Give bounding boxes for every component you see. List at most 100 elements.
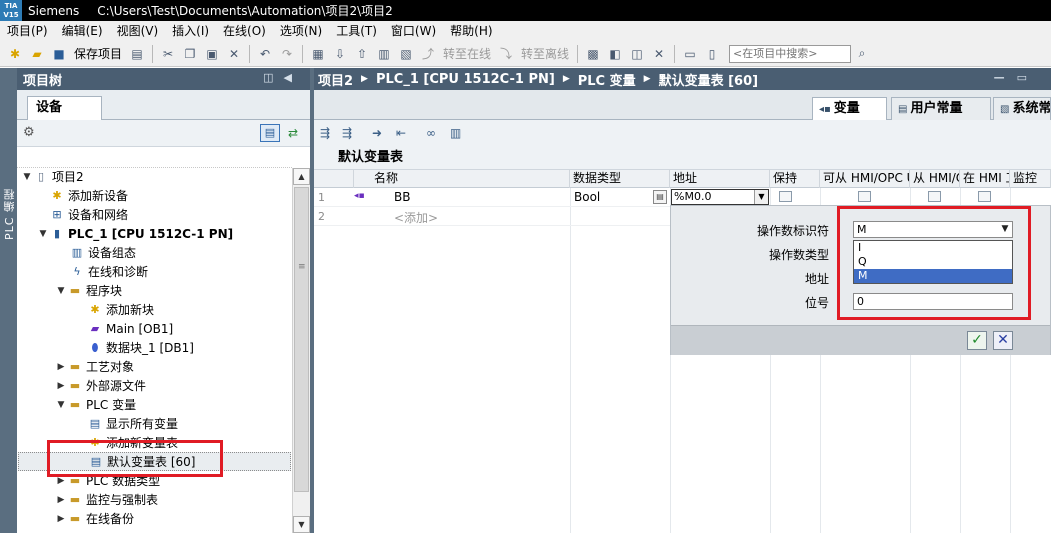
tree-item-add-block[interactable]: ✱ 添加新块 (87, 300, 154, 319)
editor-window-controls[interactable]: —▭ (994, 71, 1039, 84)
column-header-retain[interactable]: 保持 (770, 170, 820, 188)
column-header-address[interactable]: 地址 (670, 170, 770, 188)
cross-reference-icon[interactable]: ◧ (606, 45, 624, 63)
column-header-monitor[interactable]: 监控 (1010, 170, 1051, 188)
copy-icon[interactable]: ❐ (181, 45, 199, 63)
add-tag-cell[interactable]: <添加> (394, 209, 438, 226)
paste-icon[interactable]: ▣ (203, 45, 221, 63)
go-offline-button[interactable]: 转至离线 (521, 45, 569, 62)
delete-icon[interactable]: ✕ (225, 45, 243, 63)
breadcrumb-plc[interactable]: PLC_1 [CPU 1512C-1 PN] (376, 72, 555, 87)
upload-icon[interactable]: ⇧ (353, 45, 371, 63)
hmi-accessible-checkbox[interactable] (858, 191, 871, 202)
tree-scrollbar[interactable]: ▲ ≡ ▼ (292, 168, 310, 533)
print-icon[interactable]: ▤ (128, 45, 146, 63)
import-icon[interactable]: ⇤ (396, 126, 406, 140)
tab-system-constants[interactable]: ▧系统常量 (993, 97, 1051, 120)
expand-arrow-icon[interactable]: ▶ (55, 495, 67, 505)
tab-devices[interactable]: 设备 (27, 96, 102, 120)
tree-item-online-diagnostics[interactable]: ϟ 在线和诊断 (69, 262, 148, 281)
breadcrumb-project[interactable]: 项目2 (318, 70, 353, 89)
tree-item-program-blocks[interactable]: ▼ ▬ 程序块 (55, 281, 122, 300)
split-horizontal-icon[interactable]: ▭ (681, 45, 699, 63)
scroll-up-icon[interactable]: ▲ (293, 168, 310, 185)
menu-tools[interactable]: 工具(T) (329, 21, 384, 41)
scroll-thumb[interactable]: ≡ (294, 187, 309, 492)
new-project-icon[interactable]: ✱ (6, 45, 24, 63)
tree-item-data-block[interactable]: ⬮ 数据块_1 [DB1] (87, 338, 194, 357)
search-input[interactable] (729, 44, 852, 63)
menu-options[interactable]: 选项(N) (273, 21, 329, 41)
address-input[interactable]: %M0.0 ▼ (671, 189, 769, 205)
address-picker-icon[interactable]: ▤ (653, 190, 667, 204)
tree-item-device-config[interactable]: ▥ 设备组态 (69, 243, 136, 262)
split-icon[interactable]: ◫ (628, 45, 646, 63)
column-header-hmi-writable[interactable]: 从 HMI/OPC UA 可写 (910, 170, 960, 188)
tree-item-watch-force-tables[interactable]: ▶ ▬ 监控与强制表 (55, 490, 158, 509)
tree-item-devices-networks[interactable]: ⊞ 设备和网络 (49, 205, 128, 224)
tree-settings-icon[interactable]: ⚙ (23, 125, 35, 140)
tree-view-icon[interactable]: ▤ (260, 124, 280, 142)
expand-arrow-icon[interactable]: ▶ (55, 514, 67, 524)
collapse-arrow-icon[interactable]: ▼ (55, 286, 67, 296)
column-header-hmi-accessible[interactable]: 可从 HMI/OPC UA 访问 (820, 170, 910, 188)
scroll-down-icon[interactable]: ▼ (293, 516, 310, 533)
menu-project[interactable]: 项目(P) (0, 21, 55, 41)
confirm-check-icon[interactable]: ✓ (967, 331, 987, 350)
hmi-writable-checkbox[interactable] (928, 191, 941, 202)
tab-variables[interactable]: ◂▪ 变量 (812, 97, 887, 121)
cancel-x-icon[interactable]: ✕ (993, 331, 1013, 350)
portal-view-strip[interactable]: PLC 编程 (0, 68, 17, 533)
redo-icon[interactable]: ↷ (278, 45, 296, 63)
tab-user-constants[interactable]: ▤ 用户常量 (891, 97, 991, 120)
menu-help[interactable]: 帮助(H) (443, 21, 499, 41)
expand-arrow-icon[interactable]: ▶ (55, 381, 67, 391)
menu-online[interactable]: 在线(O) (216, 21, 273, 41)
tag-name-cell[interactable]: BB (394, 190, 410, 204)
breadcrumb-default-table[interactable]: 默认变量表 [60] (659, 70, 759, 89)
tree-item-show-all-tags[interactable]: ▤ 显示所有变量 (87, 414, 178, 433)
menu-insert[interactable]: 插入(I) (165, 21, 216, 41)
menu-window[interactable]: 窗口(W) (384, 21, 443, 41)
tree-sync-icon[interactable]: ⇄ (284, 124, 302, 142)
go-offline-icon[interactable]: ⤵ (497, 45, 515, 63)
tree-header-controls[interactable]: ◫◀ (263, 71, 302, 84)
tree-item-plc-tags[interactable]: ▼ ▬ PLC 变量 (55, 395, 137, 414)
column-header-data-type[interactable]: 数据类型 (570, 170, 670, 188)
search-go-icon[interactable]: ⌕ (853, 45, 871, 63)
expand-arrow-icon[interactable]: ▶ (55, 476, 67, 486)
collapse-arrow-icon[interactable]: ▼ (37, 229, 49, 239)
compile-icon[interactable]: ▦ (309, 45, 327, 63)
monitor-all-icon[interactable]: ∞ (426, 126, 436, 140)
accessible-devices-icon[interactable]: ▩ (584, 45, 602, 63)
save-project-button[interactable]: 保存项目 (74, 45, 122, 62)
retain-checkbox[interactable] (779, 191, 792, 202)
tree-item-online-backups[interactable]: ▶ ▬ 在线备份 (55, 509, 134, 528)
add-row-icon[interactable]: ⇶ (342, 126, 352, 140)
go-online-button[interactable]: 转至在线 (443, 45, 491, 62)
column-settings-icon[interactable]: ▥ (450, 126, 461, 140)
collapse-arrow-icon[interactable]: ▼ (21, 172, 33, 182)
simulation-stop-icon[interactable]: ▧ (397, 45, 415, 63)
column-header-hmi-visible[interactable]: 在 HMI 工程组态中可见 (960, 170, 1010, 188)
tree-item-technology-objects[interactable]: ▶ ▬ 工艺对象 (55, 357, 134, 376)
download-icon[interactable]: ⇩ (331, 45, 349, 63)
undo-icon[interactable]: ↶ (256, 45, 274, 63)
tag-type-cell[interactable]: Bool (574, 190, 600, 204)
export-icon[interactable]: ➜ (372, 126, 382, 140)
open-project-icon[interactable]: ▰ (28, 45, 46, 63)
menu-view[interactable]: 视图(V) (110, 21, 166, 41)
menu-edit[interactable]: 编辑(E) (55, 21, 110, 41)
split-vertical-icon[interactable]: ▯ (703, 45, 721, 63)
address-dropdown-icon[interactable]: ▼ (754, 190, 768, 204)
tree-item-project[interactable]: ▼ ▯ 项目2 (21, 167, 84, 186)
tree-item-main-ob1[interactable]: ▰ Main [OB1] (87, 319, 173, 338)
cut-icon[interactable]: ✂ (159, 45, 177, 63)
go-online-icon[interactable]: ⤴ (419, 45, 437, 63)
close-editor-icon[interactable]: ✕ (650, 45, 668, 63)
collapse-arrow-icon[interactable]: ▼ (55, 400, 67, 410)
breadcrumb-plc-tags[interactable]: PLC 变量 (578, 70, 636, 89)
tree-item-external-sources[interactable]: ▶ ▬ 外部源文件 (55, 376, 146, 395)
simulation-icon[interactable]: ▥ (375, 45, 393, 63)
save-icon[interactable]: ■ (50, 45, 68, 63)
